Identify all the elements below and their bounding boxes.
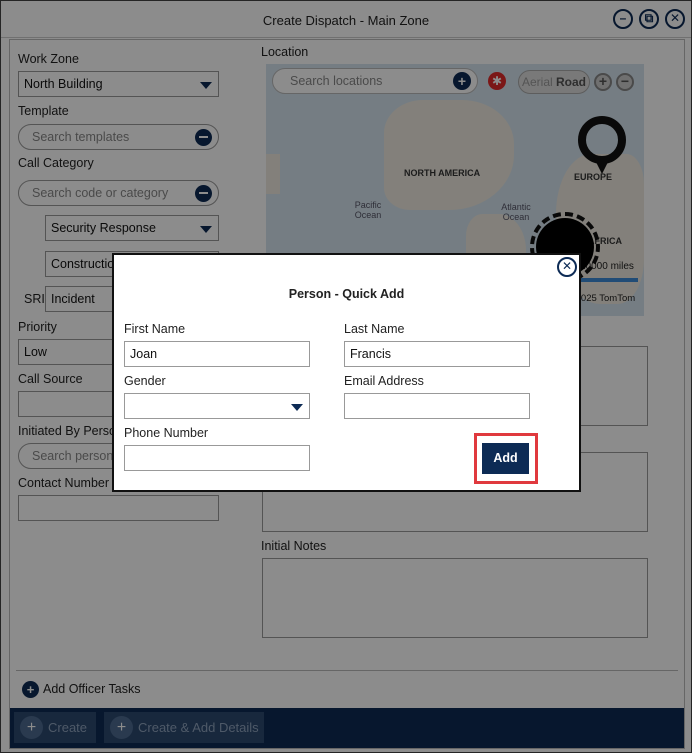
person-quick-add-dialog: ✕ Person - Quick Add First Name Joan Las… [112, 253, 581, 492]
gender-select[interactable] [124, 393, 310, 419]
last-name-value: Francis [350, 347, 391, 361]
last-name-input[interactable]: Francis [344, 341, 530, 367]
first-name-label: First Name [124, 322, 186, 336]
add-button[interactable]: Add [482, 443, 529, 474]
email-label: Email Address [344, 374, 424, 388]
chevron-down-icon [291, 404, 303, 411]
first-name-value: Joan [130, 347, 158, 361]
dialog-title: Person - Quick Add [288, 287, 405, 301]
last-name-label: Last Name [344, 322, 405, 336]
phone-label: Phone Number [124, 426, 209, 440]
gender-label: Gender [124, 374, 166, 388]
close-icon[interactable]: ✕ [557, 257, 577, 277]
email-input[interactable] [344, 393, 530, 419]
phone-input[interactable] [124, 445, 310, 471]
first-name-input[interactable]: Joan [124, 341, 310, 367]
